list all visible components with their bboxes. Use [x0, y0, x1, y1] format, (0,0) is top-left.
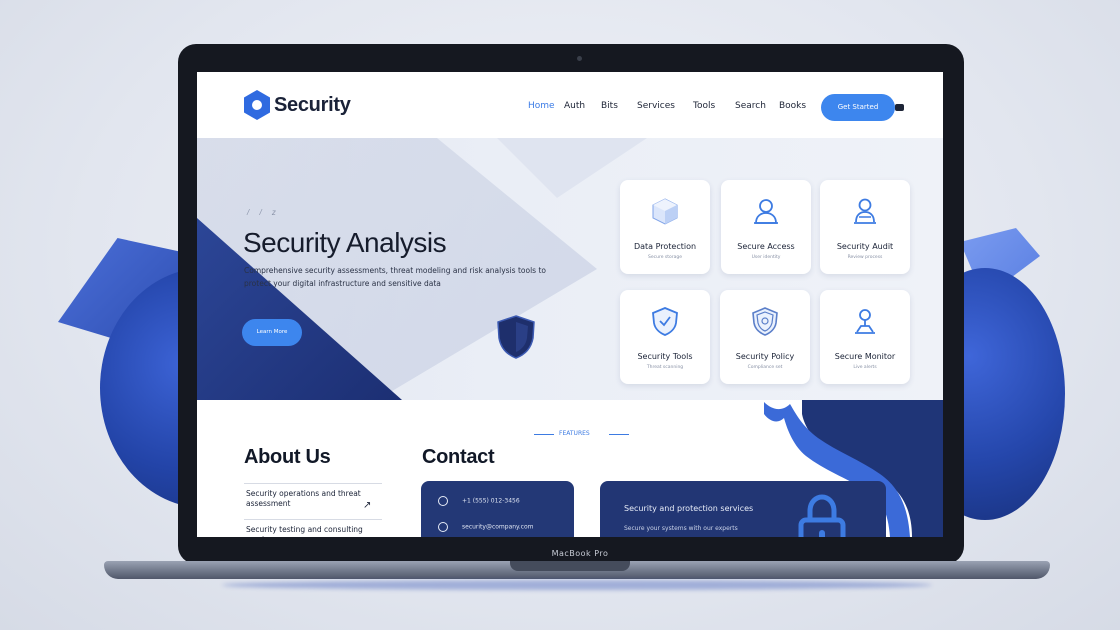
hero-marks: / / z [247, 208, 280, 217]
divider [534, 434, 554, 435]
chat-icon[interactable] [895, 104, 904, 111]
nav-item-tools[interactable]: Tools [693, 101, 715, 111]
laptop-model-label: MacBook Pro [551, 549, 609, 558]
feature-card-subtitle: Secure storage [648, 255, 682, 260]
phone-icon [438, 496, 448, 506]
feature-card-title: Security Tools [637, 352, 693, 361]
shield-icon [497, 315, 535, 359]
nav-item-search[interactable]: Search [735, 101, 766, 111]
contact-info-card: +1 (555) 012-3456 security@company.com [421, 481, 574, 537]
nav-item-books[interactable]: Books [779, 101, 806, 111]
lock-icon [798, 494, 846, 537]
divider [244, 519, 382, 520]
nav-item-services[interactable]: Services [637, 101, 675, 111]
lower-section: FEATURES About Us Contact Security opera… [197, 400, 943, 537]
feature-card-secure-access[interactable]: Secure Access User identity [721, 180, 811, 274]
shield-icon [652, 307, 678, 336]
contact-phone: +1 (555) 012-3456 [462, 497, 520, 505]
contact-email: security@company.com [462, 523, 534, 531]
camera-icon [577, 56, 582, 61]
nav-item-auth[interactable]: Auth [564, 101, 585, 111]
feature-card-subtitle: User identity [751, 255, 781, 260]
feature-card-subtitle: Live alerts [853, 365, 877, 370]
user-icon [854, 198, 876, 224]
arrow-right-icon[interactable]: ↗ [363, 500, 371, 511]
learn-more-button[interactable]: Learn More [242, 319, 302, 346]
cube-icon [652, 198, 678, 225]
feature-card-title: Security Policy [735, 352, 795, 361]
feature-card-title: Data Protection [633, 242, 697, 251]
feature-card-data-protection[interactable]: Data Protection Secure storage [620, 180, 710, 274]
feature-card-title: Secure Monitor [834, 352, 896, 361]
user-icon [754, 199, 778, 224]
nav-item-home[interactable]: Home [528, 101, 555, 111]
about-list-item[interactable]: Security testing and consulting services [246, 525, 386, 537]
badge-shield-icon [752, 307, 778, 336]
brand-name[interactable]: Security [274, 94, 351, 117]
contact-cta-card[interactable]: Security and protection services Secure … [600, 481, 886, 537]
feature-card-secure-monitor[interactable]: Secure Monitor Live alerts [820, 290, 910, 384]
shield-logo-icon[interactable] [244, 90, 270, 120]
contact-row-email[interactable]: security@company.com [438, 522, 533, 532]
feature-card-title: Secure Access [737, 242, 795, 251]
feature-card-subtitle: Compliance set [747, 365, 783, 370]
feature-card-security-tools[interactable]: Security Tools Threat scanning [620, 290, 710, 384]
hero-description: Comprehensive security assessments, thre… [244, 266, 546, 288]
contact-row-phone[interactable]: +1 (555) 012-3456 [438, 496, 520, 506]
laptop-shadow [222, 580, 932, 590]
about-title: About Us [244, 446, 331, 468]
nav-item-bits[interactable]: Bits [601, 101, 618, 111]
contact-card-title: Security and protection services [624, 504, 754, 513]
feature-card-security-audit[interactable]: Security Audit Review process [820, 180, 910, 274]
divider [609, 434, 629, 435]
get-started-button[interactable]: Get Started [821, 94, 895, 121]
person-pin-icon [855, 309, 875, 334]
feature-card-subtitle: Review process [847, 255, 883, 260]
browser-screen: Security Home Auth Bits Services Tools S… [197, 72, 943, 537]
hero-title: Security Analysis [243, 227, 447, 258]
laptop-notch [510, 561, 630, 571]
feature-card-subtitle: Threat scanning [646, 365, 684, 370]
contact-card-subtitle: Secure your systems with our experts [624, 525, 738, 532]
feature-card-security-policy[interactable]: Security Policy Compliance set [720, 290, 810, 384]
section-eyebrow: FEATURES [559, 430, 590, 437]
divider [244, 483, 382, 484]
mail-icon [438, 522, 448, 532]
top-navbar: Security Home Auth Bits Services Tools S… [197, 72, 943, 138]
about-list-item[interactable]: Security operations and threat assessmen… [246, 489, 364, 509]
feature-card-title: Security Audit [836, 242, 894, 251]
contact-title: Contact [422, 446, 495, 468]
